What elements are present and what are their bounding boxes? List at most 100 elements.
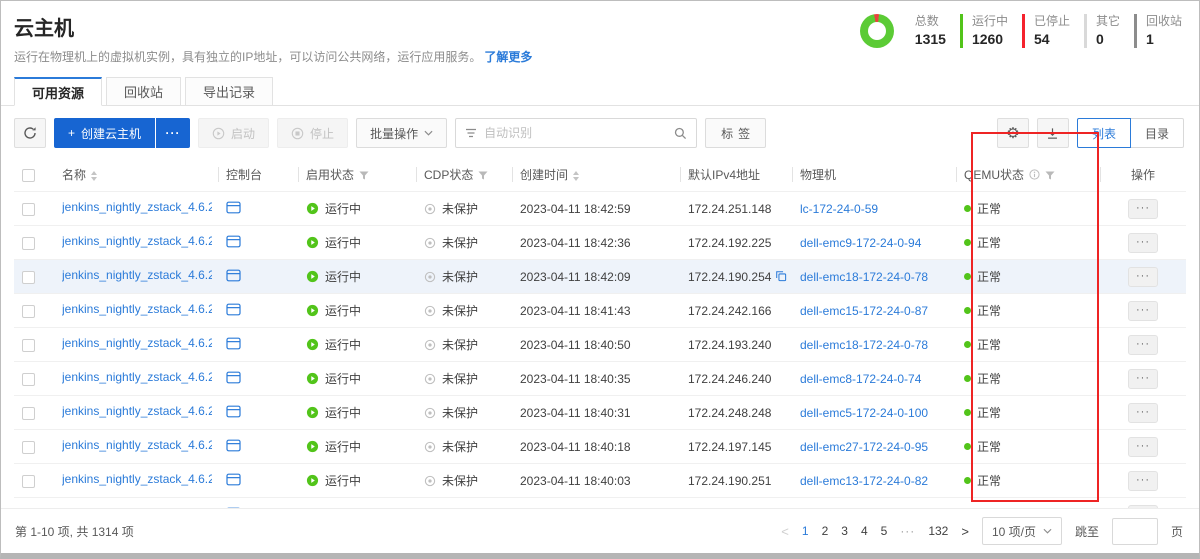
row-actions-button[interactable]: ··· bbox=[1128, 301, 1158, 321]
host-link[interactable]: dell-emc13-172-24-0-82 bbox=[800, 474, 928, 488]
start-button[interactable]: 启动 bbox=[198, 118, 269, 148]
vm-name-link[interactable]: jenkins_nightly_zstack_4.6.21_c79_l... bbox=[62, 302, 212, 316]
row-actions-button[interactable]: ··· bbox=[1128, 233, 1158, 253]
row-actions-button[interactable]: ··· bbox=[1128, 267, 1158, 287]
row-actions-button[interactable]: ··· bbox=[1128, 437, 1158, 457]
host-link[interactable]: dell-emc15-172-24-0-87 bbox=[800, 304, 928, 318]
next-page-button[interactable]: > bbox=[961, 524, 969, 539]
page-number-4[interactable]: 4 bbox=[861, 524, 868, 538]
copy-icon[interactable] bbox=[775, 270, 787, 282]
view-list-option[interactable]: 列表 bbox=[1077, 118, 1131, 148]
row-actions-button[interactable]: ··· bbox=[1128, 369, 1158, 389]
stat-label: 运行中 bbox=[972, 14, 1008, 30]
tab-active[interactable]: 可用资源 bbox=[14, 77, 102, 106]
open-console-button[interactable] bbox=[226, 237, 241, 251]
row-checkbox[interactable] bbox=[22, 475, 35, 488]
vm-name-link[interactable]: jenkins_nightly_zstack_4.6.21_c76_l... bbox=[62, 370, 212, 384]
export-button[interactable] bbox=[1037, 118, 1069, 148]
col-header-qemu[interactable]: QEMU状态 bbox=[964, 168, 1024, 182]
created-time: 2023-04-11 18:42:36 bbox=[520, 236, 631, 250]
filter-funnel-icon[interactable] bbox=[478, 171, 488, 180]
row-checkbox[interactable] bbox=[22, 407, 35, 420]
cdp-unprotected-icon bbox=[424, 305, 436, 317]
open-console-button[interactable] bbox=[226, 339, 241, 353]
row-actions-button[interactable]: ··· bbox=[1128, 471, 1158, 491]
page-number-5[interactable]: 5 bbox=[881, 524, 888, 538]
created-time: 2023-04-11 18:42:09 bbox=[520, 270, 631, 284]
filter-funnel-icon[interactable] bbox=[359, 171, 369, 180]
create-vm-button[interactable]: + 创建云主机 bbox=[54, 118, 155, 148]
tab-item[interactable]: 导出记录 bbox=[185, 77, 273, 106]
search-input[interactable] bbox=[484, 126, 667, 140]
row-checkbox[interactable] bbox=[22, 203, 35, 216]
row-checkbox[interactable] bbox=[22, 237, 35, 250]
open-console-button[interactable] bbox=[226, 203, 241, 217]
sort-icon[interactable] bbox=[91, 171, 97, 181]
host-link[interactable]: dell-emc27-172-24-0-95 bbox=[800, 440, 928, 454]
search-icon[interactable] bbox=[674, 127, 687, 140]
filter-funnel-icon[interactable] bbox=[1045, 171, 1055, 180]
info-icon[interactable] bbox=[1029, 169, 1040, 180]
col-header-created[interactable]: 创建时间 bbox=[520, 168, 568, 182]
row-checkbox[interactable] bbox=[22, 271, 35, 284]
settings-button[interactable]: ⚙ bbox=[997, 118, 1029, 148]
tag-button[interactable]: 标签 bbox=[705, 118, 766, 148]
page-number-2[interactable]: 2 bbox=[822, 524, 829, 538]
vm-name-link[interactable]: jenkins_nightly_zstack_4.6.21_c79_l... bbox=[62, 336, 212, 350]
refresh-button[interactable] bbox=[14, 118, 46, 148]
select-all-checkbox[interactable] bbox=[22, 169, 35, 182]
host-link[interactable]: dell-emc18-172-24-0-78 bbox=[800, 270, 928, 284]
more-pages-ellipsis[interactable]: ··· bbox=[900, 524, 915, 538]
vm-name-link[interactable]: jenkins_nightly_zstack_4.6.21_c79_l... bbox=[62, 438, 212, 452]
row-checkbox[interactable] bbox=[22, 339, 35, 352]
row-checkbox[interactable] bbox=[22, 305, 35, 318]
open-console-button[interactable] bbox=[226, 373, 241, 387]
col-header-cdp[interactable]: CDP状态 bbox=[424, 168, 473, 182]
row-actions-button[interactable]: ··· bbox=[1128, 335, 1158, 355]
page-number-1[interactable]: 1 bbox=[802, 524, 809, 538]
open-console-button[interactable] bbox=[226, 407, 241, 421]
jump-to-page-input[interactable] bbox=[1112, 518, 1158, 545]
row-checkbox[interactable] bbox=[22, 373, 35, 386]
created-time: 2023-04-11 18:40:50 bbox=[520, 338, 631, 352]
col-header-ip: 默认IPv4地址 bbox=[688, 168, 760, 182]
vm-name-link[interactable]: jenkins_nightly_zstack_4.6.21_c79_l... bbox=[62, 268, 212, 282]
tab-item[interactable]: 回收站 bbox=[106, 77, 181, 106]
page-size-select[interactable]: 10 项/页 bbox=[982, 517, 1062, 545]
col-header-name[interactable]: 名称 bbox=[62, 168, 86, 182]
page-number-3[interactable]: 3 bbox=[841, 524, 848, 538]
cdp-state-text: 未保护 bbox=[442, 234, 478, 251]
col-header-state[interactable]: 启用状态 bbox=[306, 168, 354, 182]
console-icon bbox=[226, 439, 241, 452]
host-link[interactable]: dell-emc8-172-24-0-74 bbox=[800, 372, 921, 386]
vm-name-link[interactable]: jenkins_nightly_zstack_4.6.21_c79_l... bbox=[62, 404, 212, 418]
open-console-button[interactable] bbox=[226, 305, 241, 319]
running-status-icon bbox=[306, 474, 319, 487]
ipv4-address: 172.24.248.248 bbox=[688, 406, 771, 420]
create-more-button[interactable]: ··· bbox=[156, 118, 190, 148]
stop-button[interactable]: 停止 bbox=[277, 118, 348, 148]
filter-lines-icon[interactable] bbox=[465, 128, 477, 138]
learn-more-link[interactable]: 了解更多 bbox=[484, 50, 532, 64]
vm-name-link[interactable]: jenkins_nightly_zstack_4.6.21_c76_l... bbox=[62, 234, 212, 248]
open-console-button[interactable] bbox=[226, 271, 241, 285]
host-link[interactable]: lc-172-24-0-59 bbox=[800, 202, 878, 216]
open-console-button[interactable] bbox=[226, 441, 241, 455]
cdp-state-text: 未保护 bbox=[442, 472, 478, 489]
page-number-132[interactable]: 132 bbox=[928, 524, 948, 538]
row-checkbox[interactable] bbox=[22, 441, 35, 454]
vm-name-link[interactable]: jenkins_nightly_zstack_4.6.21_c79_l... bbox=[62, 200, 212, 214]
row-actions-button[interactable]: ··· bbox=[1128, 403, 1158, 423]
batch-actions-button[interactable]: 批量操作 bbox=[356, 118, 447, 148]
host-link[interactable]: dell-emc18-172-24-0-78 bbox=[800, 338, 928, 352]
qemu-state-text: 正常 bbox=[977, 200, 1001, 217]
sort-icon[interactable] bbox=[573, 171, 579, 181]
status-donut-chart bbox=[860, 14, 894, 48]
open-console-button[interactable] bbox=[226, 475, 241, 489]
view-catalog-option[interactable]: 目录 bbox=[1130, 118, 1184, 148]
host-link[interactable]: dell-emc9-172-24-0-94 bbox=[800, 236, 921, 250]
host-link[interactable]: dell-emc5-172-24-0-100 bbox=[800, 406, 928, 420]
vm-name-link[interactable]: jenkins_nightly_zstack_4.6.21_c79_l... bbox=[62, 472, 212, 486]
prev-page-button[interactable]: < bbox=[781, 524, 789, 539]
row-actions-button[interactable]: ··· bbox=[1128, 199, 1158, 219]
